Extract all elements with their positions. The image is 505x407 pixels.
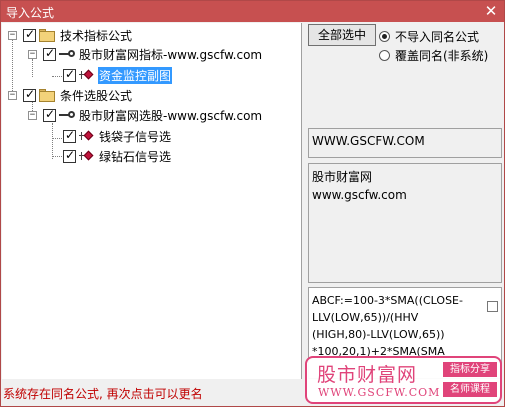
group-checkbox[interactable]: ✓: [23, 86, 36, 102]
formula-tree: − ✓ 技术指标公式 − ✓ 股市财富网指标-www.gscfw.com ✓ 资…: [2, 23, 302, 379]
group-expander-screening[interactable]: −: [8, 91, 17, 100]
tree-connector: [32, 59, 33, 77]
description-line: www.gscfw.com: [312, 188, 407, 202]
tree-connector: [52, 76, 62, 77]
radio-skip-duplicates[interactable]: 不导入同名公式: [379, 28, 479, 45]
tree-group-tech[interactable]: ✓ 技术指标公式: [23, 26, 133, 44]
formula-diamond-icon: [79, 69, 95, 81]
formula-line: (HIGH,80)-LLV(LOW,65)): [312, 328, 445, 341]
formula-diamond-icon: [79, 130, 95, 142]
formula-diamond-icon: [79, 150, 95, 162]
checkmark-icon: ✓: [45, 106, 56, 121]
item-label: 钱袋子信号选: [99, 129, 172, 144]
source-url-box: WWW.GSCFW.COM: [308, 128, 502, 158]
watermark-url: WWW.GSCFW.COM: [318, 386, 441, 399]
radio-label: 不导入同名公式: [395, 30, 480, 44]
formula-line: LLV(LOW,65))/(HHV: [312, 311, 419, 324]
tree-connector: [52, 156, 62, 157]
watermark-tag: 名师课程: [443, 382, 497, 397]
item-label: 绿钻石信号选: [99, 149, 172, 164]
import-formula-dialog: 导入公式 ✕ − ✓ 技术指标公式 − ✓ 股市财富网指标-www.gscfw.…: [0, 0, 505, 407]
checkmark-icon: ✓: [65, 127, 76, 142]
item-checkbox[interactable]: ✓: [63, 127, 76, 143]
source-label: 股市财富网选股-www.gscfw.com: [79, 108, 263, 123]
formula-line: ABCF:=100-3*SMA((CLOSE-: [312, 294, 463, 307]
tree-item-fund-monitor[interactable]: ✓ 资金监控副图: [63, 66, 173, 84]
folder-icon: [39, 88, 55, 102]
source-checkbox[interactable]: ✓: [43, 106, 56, 122]
tree-item-green-diamond[interactable]: ✓ 绿钻石信号选: [63, 147, 172, 165]
tree-item-money-bag[interactable]: ✓ 钱袋子信号选: [63, 127, 172, 145]
group-label: 技术指标公式: [60, 28, 133, 43]
checkmark-icon: ✓: [65, 147, 76, 162]
checkmark-icon: ✓: [25, 26, 36, 41]
source-expander-indicator[interactable]: −: [28, 50, 37, 59]
tree-source-indicator[interactable]: ✓ 股市财富网指标-www.gscfw.com: [43, 45, 263, 63]
select-all-button[interactable]: 全部选中: [308, 24, 376, 46]
watermark-tag: 指标分享: [443, 362, 497, 377]
folder-icon: [39, 28, 55, 42]
tree-connector: [52, 123, 53, 159]
tree-connector: [52, 138, 62, 139]
source-label: 股市财富网指标-www.gscfw.com: [79, 47, 263, 62]
checkmark-icon: ✓: [45, 45, 56, 60]
description-line: 股市财富网: [312, 170, 373, 184]
item-checkbox[interactable]: ✓: [63, 147, 76, 163]
options-panel: 全部选中 不导入同名公式 覆盖同名(非系统) WWW.GSCFW.COM 股市财…: [305, 23, 504, 379]
checkmark-icon: ✓: [65, 66, 76, 81]
group-expander-tech[interactable]: −: [8, 31, 17, 40]
tree-group-screening[interactable]: ✓ 条件选股公式: [23, 86, 133, 104]
source-expander-screening[interactable]: −: [28, 111, 37, 120]
group-label: 条件选股公式: [60, 88, 133, 103]
watermark-logo: 股市财富网 WWW.GSCFW.COM 指标分享 名师课程: [305, 356, 502, 404]
description-box: 股市财富网 www.gscfw.com: [308, 163, 502, 283]
item-checkbox[interactable]: ✓: [63, 66, 76, 82]
title-bar: 导入公式 ✕: [1, 1, 504, 22]
radio-button[interactable]: [379, 50, 390, 61]
formula-checkbox[interactable]: [487, 301, 498, 312]
radio-overwrite-duplicates[interactable]: 覆盖同名(非系统): [379, 47, 488, 64]
tree-connector: [12, 39, 13, 97]
status-message: 系统存在同名公式, 再次点击可以更名: [3, 387, 203, 401]
key-icon: [59, 49, 75, 59]
key-icon: [59, 110, 75, 120]
group-checkbox[interactable]: ✓: [23, 26, 36, 42]
checkmark-icon: ✓: [25, 86, 36, 101]
close-icon[interactable]: ✕: [482, 2, 500, 20]
item-label: 资金监控副图: [98, 66, 173, 84]
window-title: 导入公式: [6, 6, 55, 20]
watermark-title: 股市财富网: [317, 364, 418, 386]
source-checkbox[interactable]: ✓: [43, 45, 56, 61]
radio-label: 覆盖同名(非系统): [395, 49, 489, 63]
radio-button[interactable]: [379, 31, 390, 42]
tree-source-screening[interactable]: ✓ 股市财富网选股-www.gscfw.com: [43, 106, 263, 124]
